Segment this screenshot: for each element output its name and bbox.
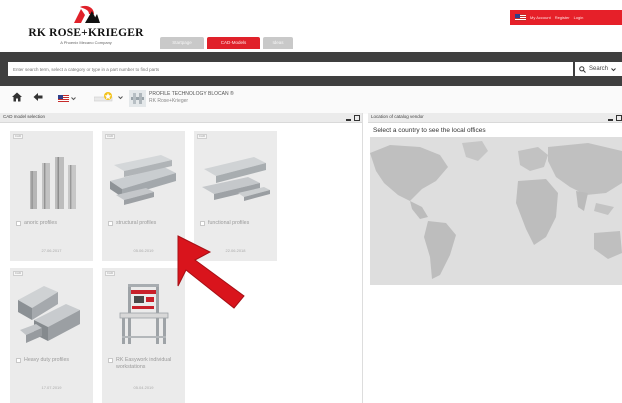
back-button[interactable] — [33, 92, 43, 102]
catalog-title: PROFILE TECHNOLOGY BLOCAN ® — [149, 91, 234, 97]
brand-name: RK ROSE+KRIEGER — [28, 27, 144, 39]
card-image — [14, 143, 89, 213]
login-link[interactable]: Login — [574, 15, 584, 20]
brand-logo-mark — [74, 5, 100, 23]
register-link[interactable]: Register — [555, 15, 570, 20]
card-checkbox[interactable] — [108, 221, 113, 226]
product-card[interactable]: CAD structural profiles 05.06.2019 — [102, 131, 185, 261]
card-checkbox[interactable] — [108, 358, 113, 363]
world-map-graphic — [370, 137, 622, 285]
brand-logo[interactable]: RK ROSE+KRIEGER A Phoenix Mecano Company — [22, 5, 150, 49]
maximize-icon[interactable] — [354, 115, 360, 121]
card-label[interactable]: RK Easywork individual workstations — [116, 357, 182, 371]
card-image — [198, 143, 273, 213]
card-image — [106, 143, 181, 213]
product-card[interactable]: CAD functional profiles 22.06.2018 — [194, 131, 277, 261]
card-cad-badge: CAD — [13, 271, 23, 276]
rating-selector[interactable] — [92, 90, 124, 104]
user-bar: My Account Register Login — [510, 10, 622, 25]
card-image — [106, 280, 181, 350]
world-map[interactable] — [370, 137, 622, 285]
home-button[interactable] — [12, 92, 22, 102]
catalog-thumbnail[interactable] — [129, 90, 146, 107]
right-panel-title: Location of catalog vendor — [371, 114, 424, 119]
search-icon — [579, 65, 586, 73]
chevron-down-icon — [71, 96, 76, 100]
card-image — [14, 280, 89, 350]
right-panel-header: Location of catalog vendor — [368, 113, 622, 123]
left-panel-header: CAD model selection — [0, 113, 362, 123]
right-panel-controls — [608, 113, 622, 123]
card-date: 27.06.2017 — [41, 248, 62, 253]
back-arrow-icon — [33, 93, 43, 101]
card-date: 05.04.2019 — [133, 385, 154, 390]
language-flag-icon — [58, 94, 69, 102]
card-checkbox[interactable] — [16, 358, 21, 363]
tab-ideas[interactable]: Ideas — [263, 37, 293, 49]
card-checkbox[interactable] — [16, 221, 21, 226]
card-cad-badge: CAD — [13, 134, 23, 139]
panel-divider[interactable] — [362, 113, 363, 403]
product-card[interactable]: CAD Heavy duty profiles 17.07.2019 — [10, 268, 93, 403]
maximize-icon[interactable] — [616, 115, 622, 121]
card-checkbox[interactable] — [200, 221, 205, 226]
chevron-down-icon — [611, 67, 616, 71]
search-input[interactable] — [8, 62, 573, 76]
profile-thumbnail-icon — [129, 90, 146, 107]
card-date: 22.06.2018 — [225, 248, 246, 253]
catalog-subtitle: RK Rose+Krieger — [149, 98, 189, 104]
search-button-label: Search — [589, 66, 609, 72]
my-account-link[interactable]: My Account — [530, 15, 551, 20]
chevron-down-icon — [117, 95, 123, 99]
card-label[interactable]: anoric profiles — [24, 220, 90, 227]
card-label[interactable]: Heavy duty profiles — [24, 357, 90, 364]
card-cad-badge: CAD — [197, 134, 207, 139]
home-icon — [12, 92, 22, 102]
tab-cad-models[interactable]: CAD-Models — [207, 37, 260, 49]
rating-icon — [93, 92, 112, 102]
card-label[interactable]: functional profiles — [208, 220, 274, 227]
us-flag-icon[interactable] — [515, 14, 526, 21]
main-tabs: Startpage CAD-Models Ideas — [160, 37, 293, 49]
header: RK ROSE+KRIEGER A Phoenix Mecano Company… — [0, 0, 622, 52]
card-date: 05.06.2019 — [133, 248, 154, 253]
left-panel-title: CAD model selection — [3, 114, 46, 119]
card-cad-badge: CAD — [105, 271, 115, 276]
minimize-icon[interactable] — [608, 119, 613, 121]
tab-startpage[interactable]: Startpage — [160, 37, 204, 49]
left-panel-controls — [346, 113, 360, 123]
product-card[interactable]: CAD anoric profiles 27.06.2017 — [10, 131, 93, 261]
card-label[interactable]: structural profiles — [116, 220, 182, 227]
product-card[interactable]: CAD RK Easywork individual workstations … — [102, 268, 185, 403]
minimize-icon[interactable] — [346, 119, 351, 121]
card-date: 17.07.2019 — [41, 385, 62, 390]
map-hint: Select a country to see the local office… — [373, 127, 486, 134]
language-selector[interactable] — [57, 94, 77, 102]
card-cad-badge: CAD — [105, 134, 115, 139]
brand-tagline: A Phoenix Mecano Company — [60, 40, 112, 45]
search-button[interactable]: Search — [575, 62, 622, 76]
